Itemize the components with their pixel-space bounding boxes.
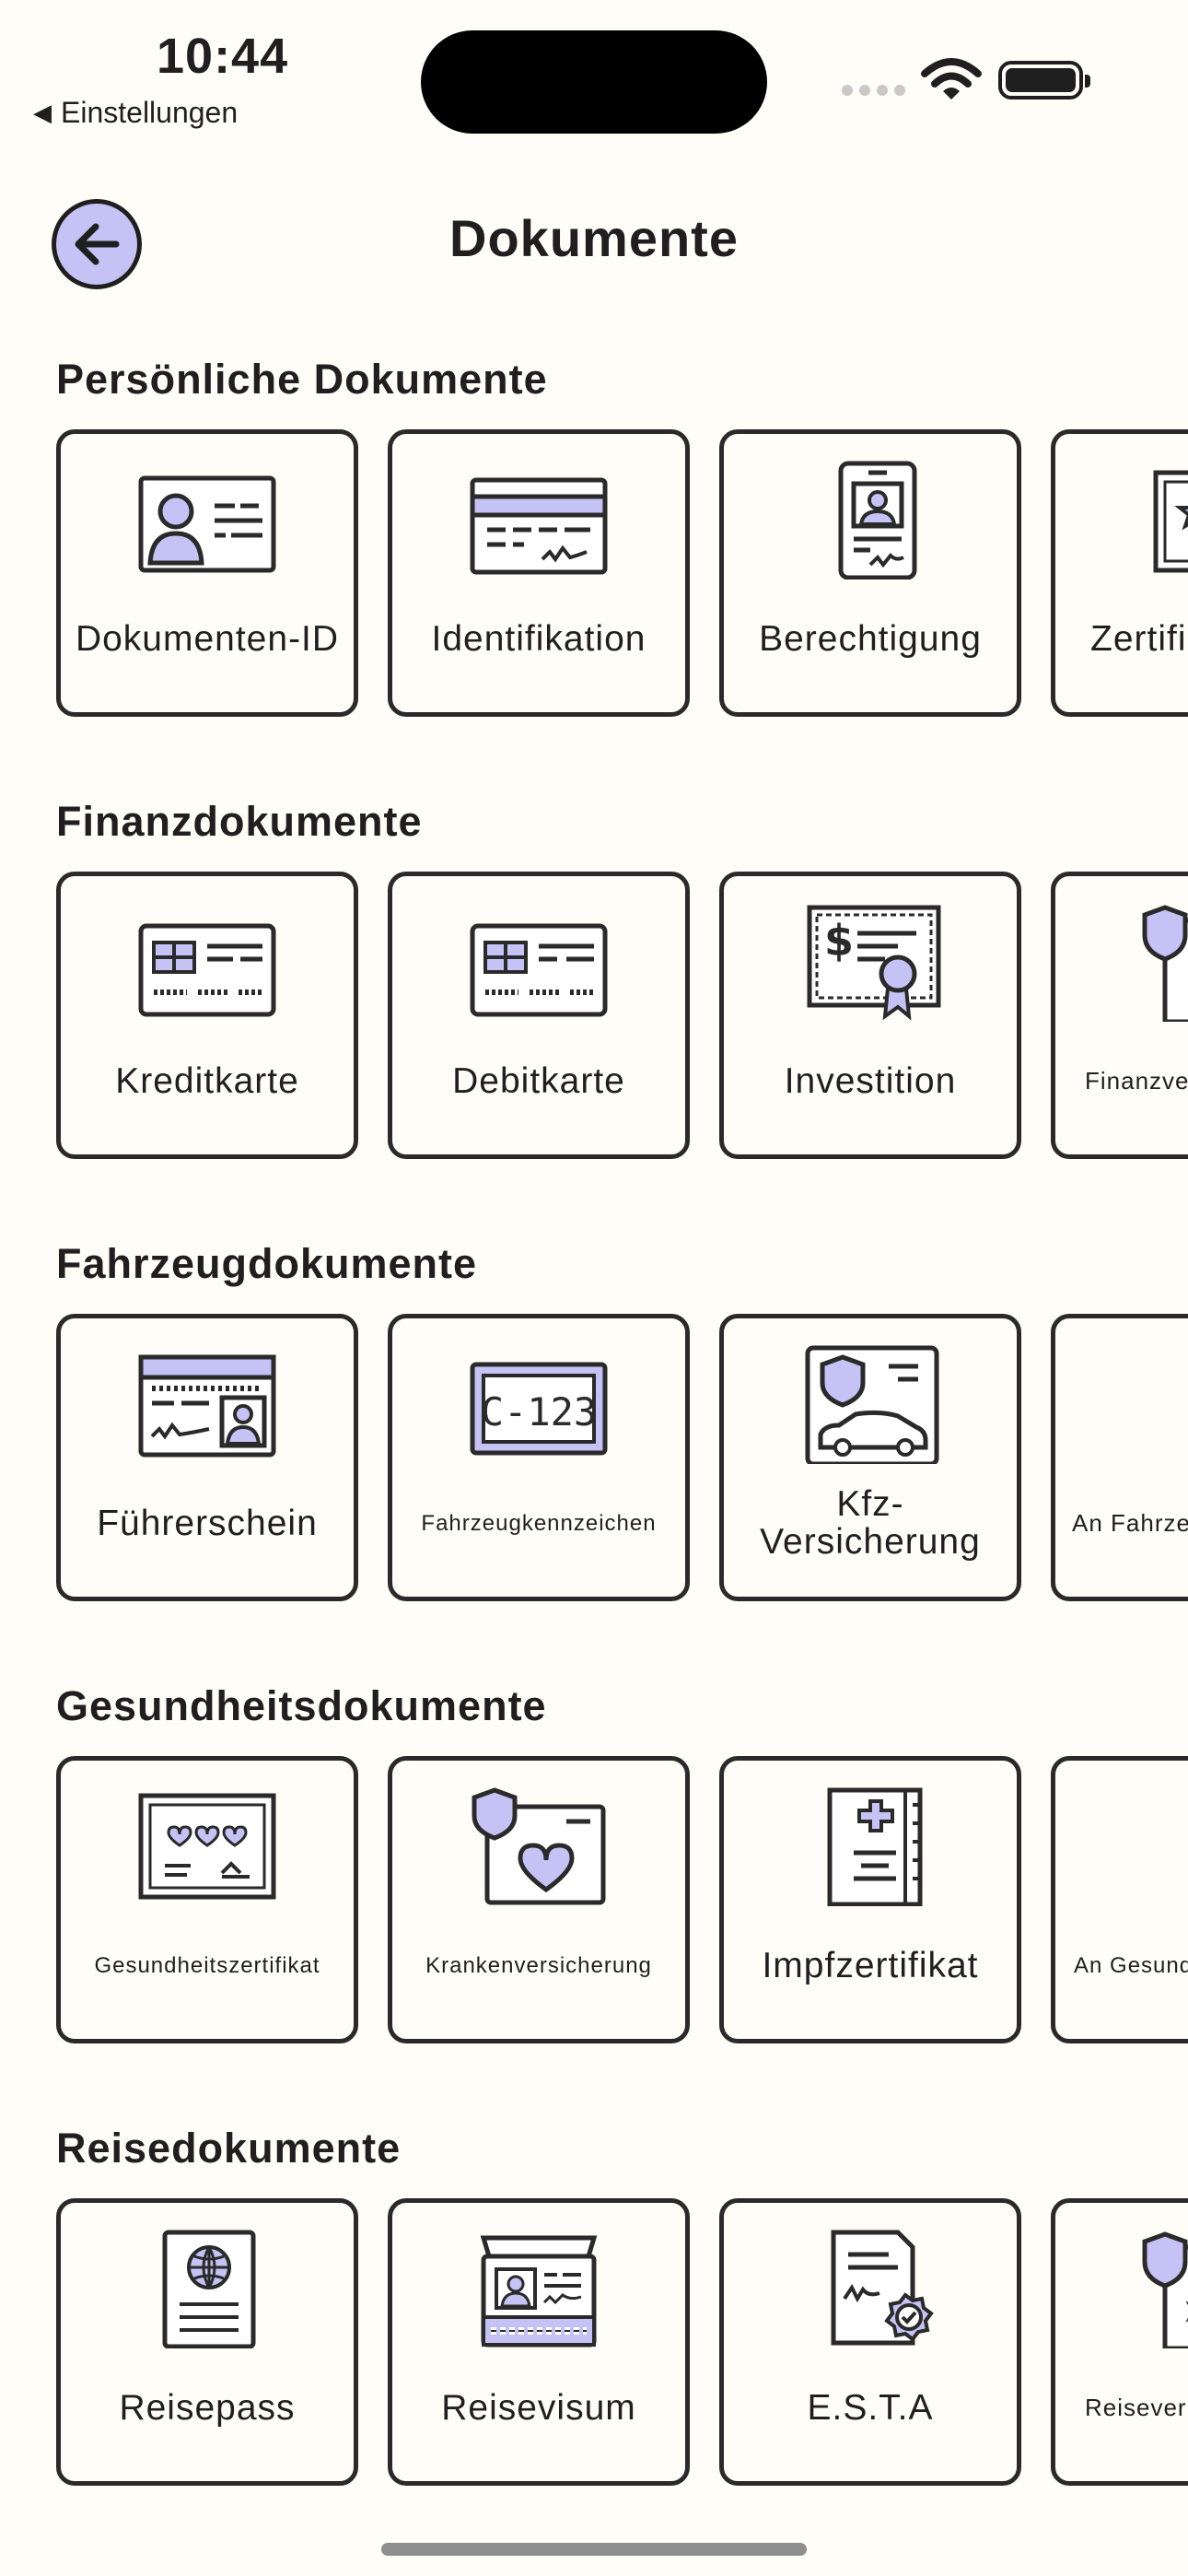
investment-certificate-icon: $ xyxy=(807,905,941,1021)
card-label: Führerschein xyxy=(97,1503,318,1543)
signed-card-icon xyxy=(470,477,608,575)
travel-insurance-icon xyxy=(1142,2231,1188,2348)
card-travel-visa[interactable]: Reisevisum xyxy=(388,2198,690,2486)
section-title: Reisedokumente xyxy=(56,2125,402,2172)
car-insurance-icon xyxy=(805,1345,939,1464)
section-title: Gesundheitsdokumente xyxy=(56,1682,547,1729)
card-esta[interactable]: E.S.T.A xyxy=(719,2198,1021,2486)
card-label: E.S.T.A xyxy=(807,2387,934,2428)
debit-card-icon xyxy=(470,923,608,1017)
card-label: Impfzertifikat xyxy=(762,1945,979,1985)
wifi-icon xyxy=(921,58,982,100)
card-travel-insurance[interactable]: Reisever xyxy=(1051,2198,1188,2486)
card-label: Reisevisum xyxy=(441,2387,636,2428)
card-vaccination-certificate[interactable]: Impfzertifikat xyxy=(719,1756,1021,2043)
card-vehicle-registration[interactable]: An Fahrzeug xyxy=(1051,1314,1188,1601)
card-license-plate[interactable]: C-123 Fahrzeugkennzeichen xyxy=(388,1314,690,1601)
card-debit-card[interactable]: Debitkarte xyxy=(388,872,690,1159)
card-certificate[interactable]: Zertifi xyxy=(1051,429,1188,717)
card-label: Debitkarte xyxy=(452,1060,625,1101)
svg-text:C-123: C-123 xyxy=(481,1389,597,1434)
health-insurance-icon xyxy=(472,1787,606,1905)
card-authorization[interactable]: Berechtigung xyxy=(719,429,1021,717)
card-label: Kreditkarte xyxy=(115,1060,299,1101)
section-personal-documents: Persönliche Dokumente Dokumenten-ID Iden… xyxy=(0,356,1188,761)
battery-icon xyxy=(998,61,1090,100)
card-label: Dokumenten-ID xyxy=(75,618,340,659)
card-label: Reisever xyxy=(1085,2394,1187,2422)
card-label: Zertifi xyxy=(1090,618,1187,659)
esta-document-icon xyxy=(831,2230,934,2346)
back-triangle-icon: ◀ xyxy=(33,99,52,126)
card-document-id[interactable]: Dokumenten-ID xyxy=(56,429,358,717)
card-row[interactable]: Kreditkarte Debitkarte $ Investition Fin… xyxy=(56,872,1188,1165)
card-health-insurance[interactable]: Krankenversicherung xyxy=(388,1756,690,2043)
shield-document-icon xyxy=(1142,905,1188,1022)
card-row[interactable]: Reisepass Reisevisum E.S.T.A Reisever xyxy=(56,2198,1188,2491)
back-to-app-link[interactable]: ◀ Einstellungen xyxy=(33,96,238,130)
card-row[interactable]: Gesundheitszertifikat Krankenversicherun… xyxy=(56,1756,1188,2049)
status-time: 10:44 xyxy=(157,29,289,84)
section-travel-documents: Reisedokumente Reisepass Reisevisum E.S.… xyxy=(0,2125,1188,2530)
vaccination-book-icon xyxy=(827,1787,923,1906)
certificate-icon xyxy=(1153,470,1188,573)
card-drivers-license[interactable]: Führerschein xyxy=(56,1314,358,1601)
passport-icon xyxy=(162,2230,256,2348)
health-certificate-icon xyxy=(138,1793,276,1900)
section-title: Fahrzeugdokumente xyxy=(56,1240,478,1287)
card-label: An Gesundhe xyxy=(1074,1953,1188,1979)
section-title: Finanzdokumente xyxy=(56,798,423,845)
credit-card-icon xyxy=(138,923,276,1017)
card-label: Identifikation xyxy=(431,618,646,659)
health-document-icon xyxy=(1128,1786,1188,1906)
card-health-certificate[interactable]: Gesundheitszertifikat xyxy=(56,1756,358,2043)
badge-icon xyxy=(838,461,917,580)
card-health-other[interactable]: An Gesundhe xyxy=(1051,1756,1188,2043)
card-label: Reisepass xyxy=(119,2387,296,2428)
section-health-documents: Gesundheitsdokumente Gesundheitszertifik… xyxy=(0,1682,1188,2088)
card-label: Fahrzeugkennzeichen xyxy=(421,1511,657,1537)
card-investment[interactable]: $ Investition xyxy=(719,872,1021,1159)
card-label: An Fahrzeug xyxy=(1072,1509,1188,1538)
card-label: Gesundheitszertifikat xyxy=(94,1953,320,1979)
dynamic-island xyxy=(421,30,767,134)
svg-text:$: $ xyxy=(824,916,854,966)
card-credit-card[interactable]: Kreditkarte xyxy=(56,872,358,1159)
card-label: Kfz-Versicherung xyxy=(760,1484,981,1562)
license-plate-icon: C-123 xyxy=(470,1362,608,1456)
section-vehicle-documents: Fahrzeugdokumente Führerschein C-123 Fah… xyxy=(0,1240,1188,1645)
home-indicator[interactable] xyxy=(381,2543,807,2556)
globe-document-icon xyxy=(1128,1344,1188,1464)
status-bar: 10:44 ◀ Einstellungen xyxy=(0,0,1188,147)
card-passport[interactable]: Reisepass xyxy=(56,2198,358,2486)
card-label: Krankenversicherung xyxy=(425,1953,652,1979)
drivers-license-icon xyxy=(138,1354,276,1458)
cellular-signal-icon xyxy=(842,85,905,96)
card-row[interactable]: Führerschein C-123 Fahrzeugkennzeichen K… xyxy=(56,1314,1188,1607)
card-car-insurance[interactable]: Kfz-Versicherung xyxy=(719,1314,1021,1601)
page-title: Dokumente xyxy=(449,209,739,267)
card-label: Investition xyxy=(784,1060,957,1101)
back-app-label: Einstellungen xyxy=(61,96,239,129)
card-row[interactable]: Dokumenten-ID Identifikation Berechtigun… xyxy=(56,429,1188,722)
card-finance-insurance[interactable]: Finanzve xyxy=(1051,872,1188,1159)
section-title: Persönliche Dokumente xyxy=(56,356,548,403)
id-card-icon xyxy=(138,475,276,573)
section-finance-documents: Finanzdokumente Kreditkarte Debitkarte $… xyxy=(0,798,1188,1203)
card-label: Berechtigung xyxy=(759,618,982,659)
card-label: Finanzve xyxy=(1085,1067,1188,1095)
visa-icon xyxy=(480,2235,598,2348)
card-identification[interactable]: Identifikation xyxy=(388,429,690,717)
